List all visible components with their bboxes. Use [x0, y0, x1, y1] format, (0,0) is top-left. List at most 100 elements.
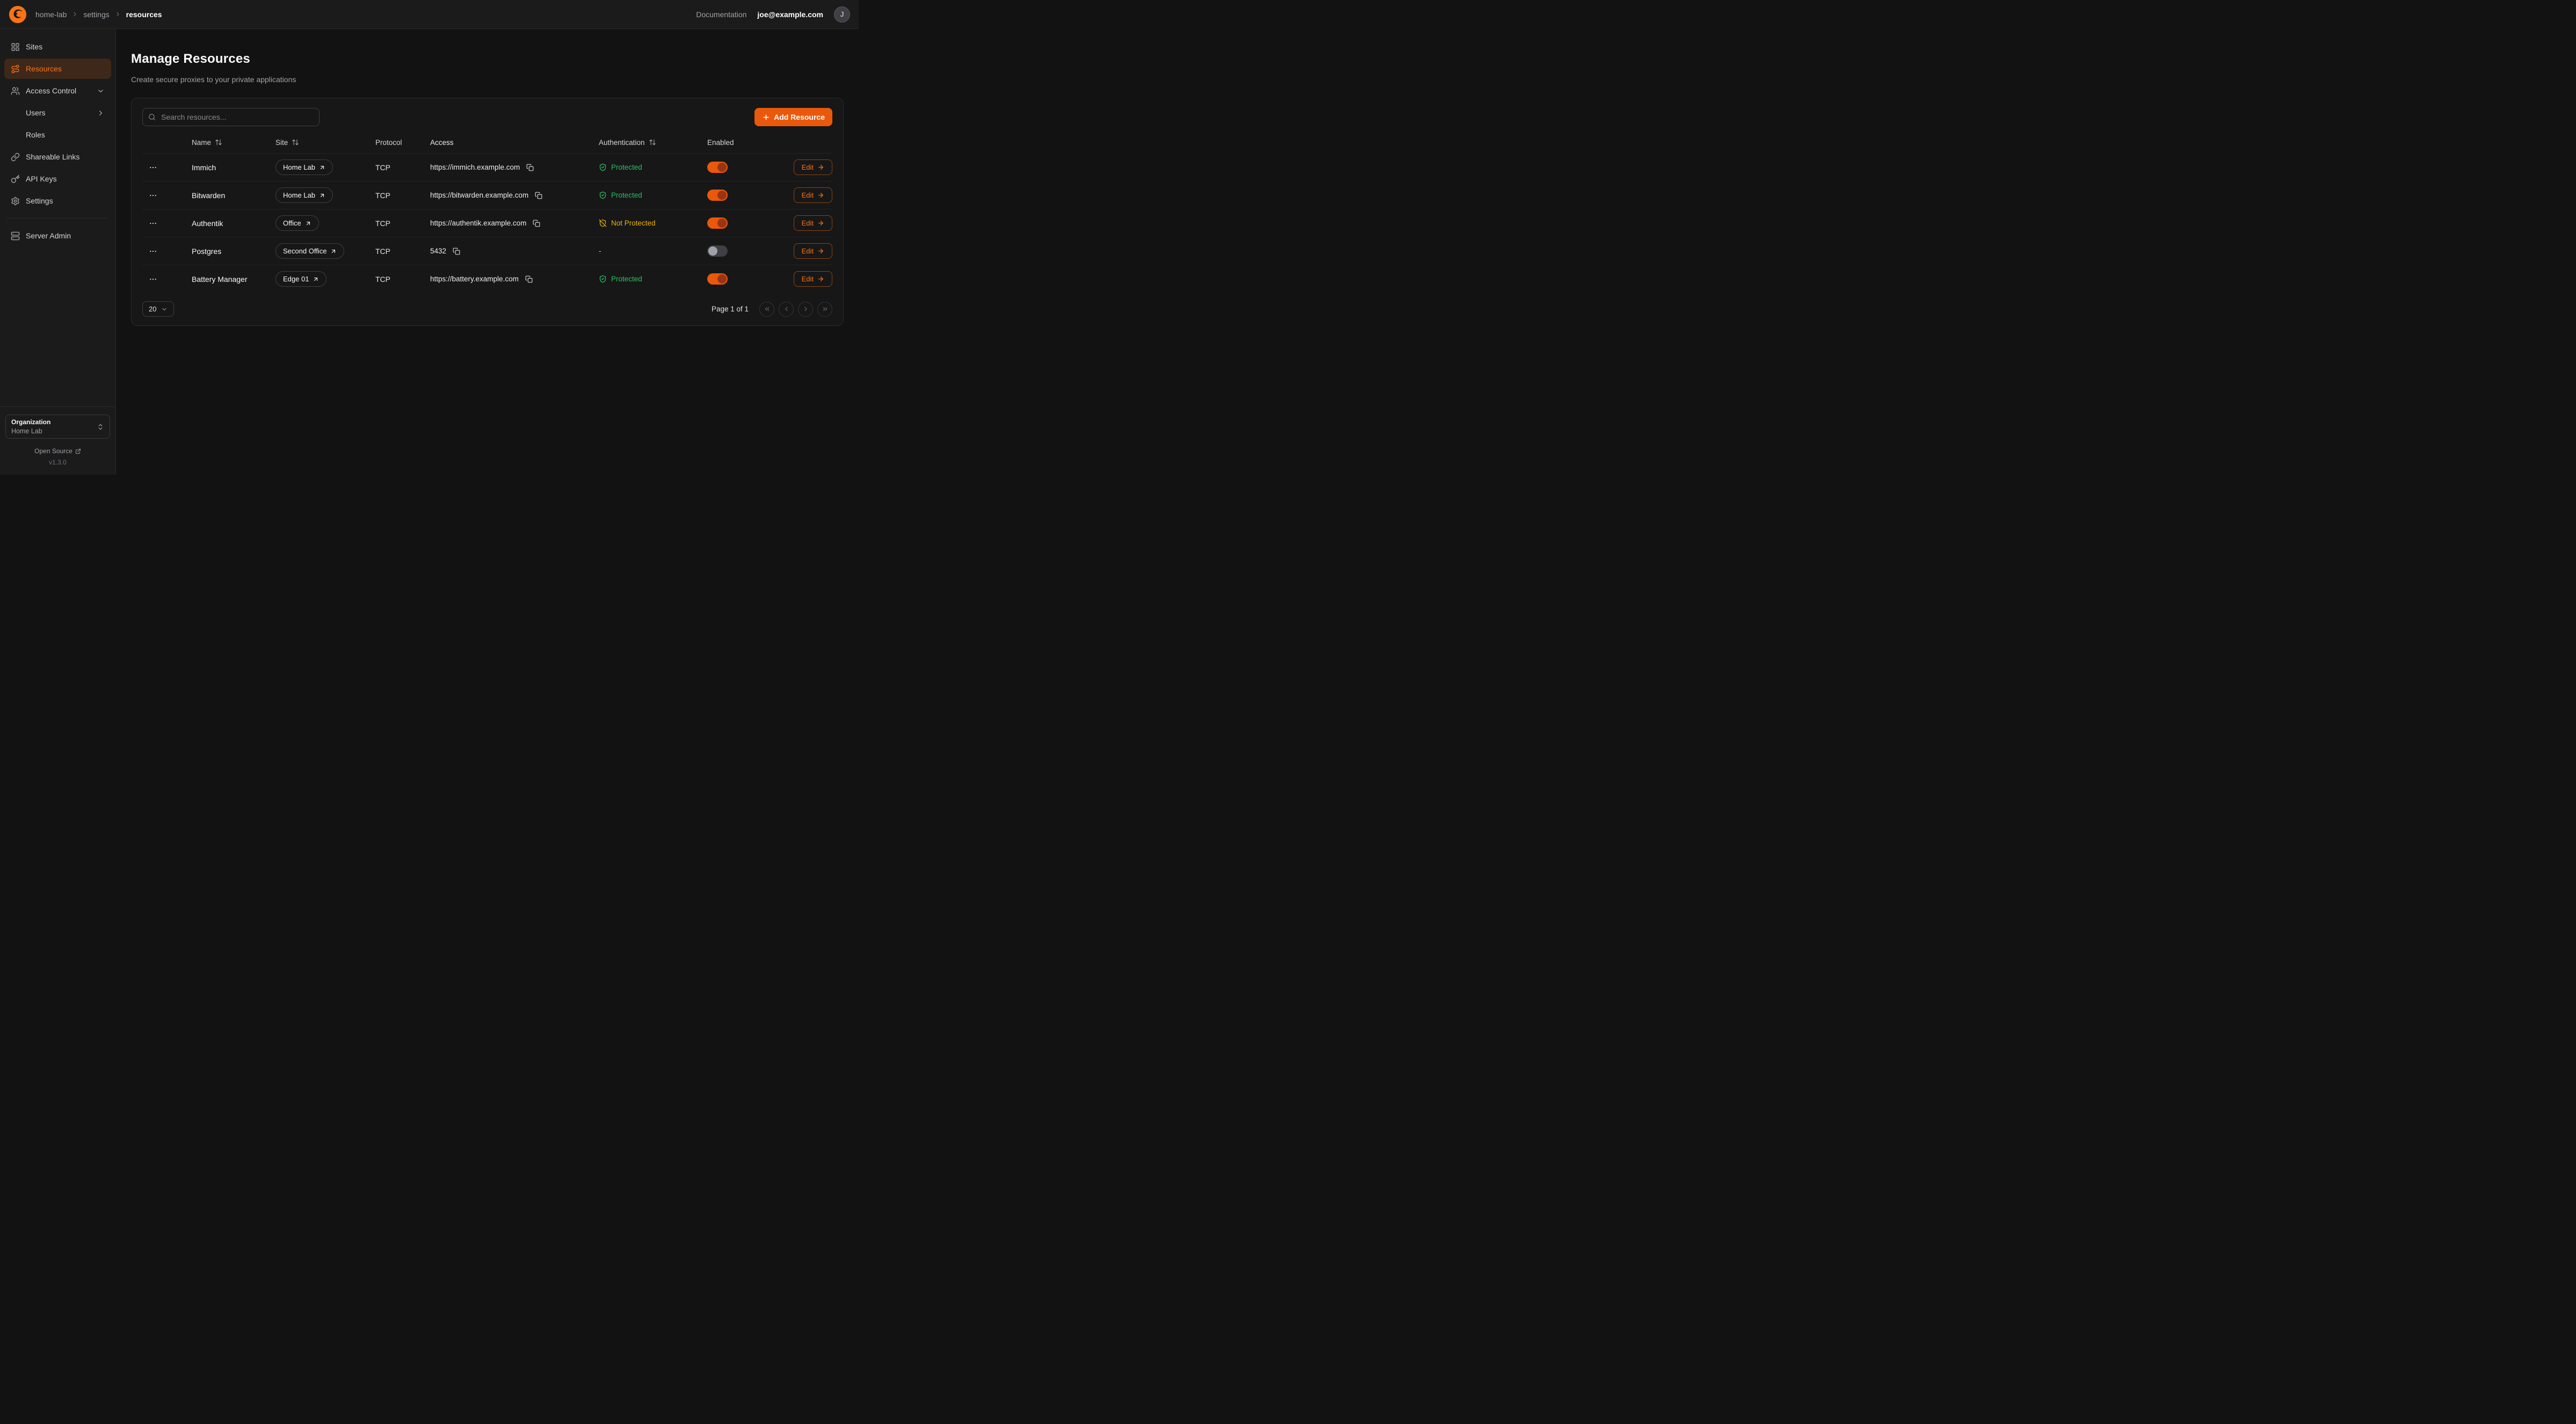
sidebar-item-server-admin[interactable]: Server Admin [4, 226, 111, 246]
sidebar-item-label: Server Admin [26, 231, 71, 240]
column-header-authentication[interactable]: Authentication [599, 139, 707, 147]
key-icon [11, 175, 20, 184]
site-link[interactable]: Home Lab [275, 159, 333, 175]
grid-icon [11, 42, 20, 52]
site-name: Home Lab [283, 163, 315, 171]
breadcrumb: home-lab settings resources [35, 10, 162, 19]
copy-icon [533, 220, 540, 227]
sidebar-item-users[interactable]: Users [4, 103, 111, 123]
sidebar-item-api-keys[interactable]: API Keys [4, 169, 111, 189]
user-email[interactable]: joe@example.com [757, 10, 823, 19]
row-menu-button[interactable] [147, 273, 159, 286]
add-resource-button[interactable]: Add Resource [754, 108, 832, 126]
copy-button[interactable] [525, 163, 535, 172]
avatar[interactable]: J [834, 6, 850, 23]
gear-icon [11, 197, 20, 206]
arrow-right-icon [817, 275, 824, 282]
site-name: Home Lab [283, 191, 315, 199]
enabled-toggle[interactable] [707, 245, 728, 257]
ellipsis-icon [149, 191, 157, 200]
chevron-down-icon [161, 306, 168, 313]
enabled-toggle[interactable] [707, 273, 728, 285]
enabled-toggle[interactable] [707, 217, 728, 229]
arrow-right-icon [817, 164, 824, 171]
app-logo-icon[interactable] [9, 5, 27, 24]
edit-button[interactable]: Edit [794, 187, 832, 203]
chevrons-left-icon [764, 306, 771, 313]
waypoints-icon [11, 64, 20, 74]
arrow-right-icon [817, 220, 824, 227]
copy-icon [453, 248, 460, 255]
sidebar-item-settings[interactable]: Settings [4, 191, 111, 211]
open-source-link[interactable]: Open Source [34, 447, 81, 455]
breadcrumb-resources[interactable]: resources [126, 10, 162, 19]
column-header-name[interactable]: Name [192, 139, 275, 147]
arrow-up-right-icon [313, 276, 319, 282]
site-link[interactable]: Second Office [275, 243, 344, 259]
prev-page-button[interactable] [779, 302, 794, 317]
edit-button[interactable]: Edit [794, 159, 832, 175]
resource-name: Bitwarden [192, 191, 275, 200]
breadcrumb-settings[interactable]: settings [83, 10, 109, 19]
breadcrumb-home-lab[interactable]: home-lab [35, 10, 67, 19]
edit-label: Edit [802, 219, 814, 227]
access-url: https://bitwarden.example.com [430, 191, 528, 199]
table-footer: 20 Page 1 of 1 [142, 301, 832, 317]
link-icon [11, 152, 20, 162]
copy-button[interactable] [532, 219, 541, 228]
enabled-toggle[interactable] [707, 190, 728, 201]
sidebar-item-sites[interactable]: Sites [4, 37, 111, 57]
toggle-knob [717, 191, 727, 200]
auth-label: - [599, 247, 601, 255]
sidebar-item-shareable-links[interactable]: Shareable Links [4, 147, 111, 167]
access-url: 5432 [430, 247, 446, 255]
copy-button[interactable] [452, 246, 461, 256]
column-header-access: Access [430, 139, 599, 147]
sidebar-item-access-control[interactable]: Access Control [4, 81, 111, 101]
auth-status: Protected [599, 275, 707, 283]
sidebar-item-roles[interactable]: Roles [4, 125, 111, 145]
resource-name: Immich [192, 163, 275, 172]
resources-card: Add Resource Name Site Protocol Acc [131, 98, 844, 326]
site-link[interactable]: Home Lab [275, 187, 333, 203]
resource-name: Postgres [192, 247, 275, 256]
copy-button[interactable] [534, 191, 543, 200]
access-url: https://immich.example.com [430, 163, 520, 171]
row-menu-button[interactable] [147, 245, 159, 258]
arrow-right-icon [817, 248, 824, 255]
sidebar-item-resources[interactable]: Resources [4, 59, 111, 79]
organization-selector[interactable]: Organization Home Lab [5, 415, 110, 439]
table-row: Postgres Second Office TCP 5432 [142, 237, 832, 265]
sidebar-item-label: Resources [26, 64, 62, 73]
main-content: Manage Resources Create secure proxies t… [116, 29, 859, 475]
column-header-site[interactable]: Site [275, 139, 375, 147]
ellipsis-icon [149, 275, 157, 284]
row-menu-button[interactable] [147, 189, 159, 202]
edit-button[interactable]: Edit [794, 215, 832, 231]
auth-label: Not Protected [611, 219, 656, 227]
row-menu-button[interactable] [147, 217, 159, 230]
site-link[interactable]: Edge 01 [275, 271, 326, 287]
copy-button[interactable] [524, 274, 534, 284]
arrow-up-right-icon [305, 220, 311, 227]
users-icon [11, 86, 20, 96]
enabled-toggle[interactable] [707, 162, 728, 173]
first-page-button[interactable] [759, 302, 774, 317]
avatar-initial: J [840, 10, 844, 18]
resource-name: Authentik [192, 219, 275, 228]
site-link[interactable]: Office [275, 215, 319, 231]
last-page-button[interactable] [817, 302, 832, 317]
row-menu-button[interactable] [147, 161, 159, 174]
add-resource-label: Add Resource [774, 113, 825, 121]
edit-button[interactable]: Edit [794, 271, 832, 287]
sidebar-item-label: Access Control [26, 86, 76, 95]
edit-button[interactable]: Edit [794, 243, 832, 259]
documentation-link[interactable]: Documentation [696, 10, 746, 19]
chevron-right-icon [114, 11, 121, 18]
page-size-select[interactable]: 20 [142, 301, 174, 317]
next-page-button[interactable] [798, 302, 813, 317]
resource-protocol: TCP [375, 163, 430, 172]
sidebar-item-label: Settings [26, 197, 53, 205]
search-input[interactable] [160, 112, 314, 122]
shield-check-icon [599, 191, 607, 199]
